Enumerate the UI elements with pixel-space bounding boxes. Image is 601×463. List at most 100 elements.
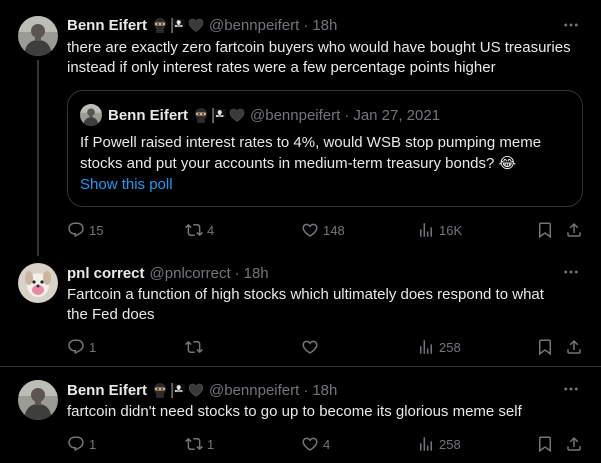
tweet-text: fartcoin didn't need stocks to go up to … bbox=[67, 402, 582, 422]
black-heart-icon bbox=[229, 107, 245, 123]
avatar[interactable] bbox=[18, 263, 58, 303]
tweet-header: pnl correct @pnlcorrect · 18h bbox=[67, 263, 269, 283]
views-button[interactable]: 258 bbox=[417, 434, 461, 454]
views-icon bbox=[417, 435, 435, 453]
repost-button[interactable] bbox=[185, 337, 207, 357]
avatar[interactable] bbox=[18, 16, 58, 56]
timestamp[interactable]: 18h bbox=[312, 17, 337, 34]
quote-timestamp: Jan 27, 2021 bbox=[353, 106, 441, 124]
share-button[interactable] bbox=[565, 434, 583, 454]
quoted-tweet[interactable]: Benn Eifert @bennpeifert · Jan 27, 2021 … bbox=[67, 90, 583, 207]
bookmark-icon bbox=[536, 435, 554, 453]
more-icon bbox=[562, 380, 580, 398]
author-handle[interactable]: @pnlcorrect bbox=[150, 265, 231, 282]
tweet-text-line: the Fed does bbox=[67, 306, 155, 323]
bookmark-icon bbox=[536, 338, 554, 356]
tweet-text-line: instead if only interest rates were a fe… bbox=[67, 59, 496, 76]
more-icon bbox=[562, 263, 580, 281]
like-icon bbox=[301, 338, 319, 356]
pirate-flag-icon bbox=[170, 382, 186, 398]
tweet-actions: 1 258 bbox=[67, 337, 587, 357]
views-icon bbox=[417, 338, 435, 356]
tweet-text: Fartcoin a function of high stocks which… bbox=[67, 285, 582, 325]
quote-header: Benn Eifert @bennpeifert · Jan 27, 2021 bbox=[108, 105, 440, 125]
repost-count: 1 bbox=[207, 436, 215, 452]
view-count: 258 bbox=[439, 339, 461, 355]
like-button[interactable]: 148 bbox=[301, 220, 345, 240]
more-button[interactable] bbox=[561, 15, 581, 35]
black-heart-icon bbox=[188, 382, 204, 398]
share-button[interactable] bbox=[565, 337, 583, 357]
reply-icon bbox=[67, 338, 85, 356]
tweet-divider bbox=[0, 366, 601, 367]
view-count: 258 bbox=[439, 436, 461, 452]
like-button[interactable]: 4 bbox=[301, 434, 330, 454]
tweet-header: Benn Eifert @bennpeifert · 18h bbox=[67, 15, 337, 35]
author-name[interactable]: Benn Eifert bbox=[67, 17, 147, 34]
name-emojis bbox=[152, 382, 204, 398]
share-icon bbox=[565, 221, 583, 239]
views-button[interactable]: 258 bbox=[417, 337, 461, 357]
repost-count: 4 bbox=[207, 222, 215, 238]
view-count: 16K bbox=[439, 222, 463, 238]
repost-icon bbox=[185, 338, 203, 356]
reply-button[interactable]: 1 bbox=[67, 337, 96, 357]
views-icon bbox=[417, 221, 435, 239]
quote-text-line: If Powell raised interest rates to 4%, w… bbox=[80, 134, 542, 151]
reply-count: 1 bbox=[89, 436, 97, 452]
quote-text: If Powell raised interest rates to 4%, w… bbox=[80, 132, 570, 174]
quote-text-line: stocks and put your accounts in medium-t… bbox=[80, 155, 517, 172]
reply-button[interactable]: 1 bbox=[67, 434, 96, 454]
repost-button[interactable]: 4 bbox=[185, 220, 214, 240]
repost-button[interactable]: 1 bbox=[185, 434, 214, 454]
separator-dot: · bbox=[234, 264, 240, 282]
views-button[interactable]: 16K bbox=[417, 220, 462, 240]
like-icon bbox=[301, 221, 319, 239]
like-button[interactable] bbox=[301, 337, 323, 357]
separator-dot: · bbox=[344, 106, 350, 124]
repost-icon bbox=[185, 435, 203, 453]
reply-button[interactable]: 15 bbox=[67, 220, 103, 240]
name-emojis bbox=[152, 17, 204, 33]
author-handle[interactable]: @bennpeifert bbox=[209, 382, 299, 399]
share-button[interactable] bbox=[565, 220, 583, 240]
share-icon bbox=[565, 338, 583, 356]
author-name[interactable]: pnl correct bbox=[67, 265, 145, 282]
tweet-header: Benn Eifert @bennpeifert · 18h bbox=[67, 380, 337, 400]
author-handle[interactable]: @bennpeifert bbox=[209, 17, 299, 34]
bookmark-button[interactable] bbox=[536, 434, 554, 454]
like-icon bbox=[301, 435, 319, 453]
tweet-actions: 15 4 148 16K bbox=[67, 220, 587, 240]
repost-icon bbox=[185, 221, 203, 239]
reply-icon bbox=[67, 435, 85, 453]
bookmark-button[interactable] bbox=[536, 220, 554, 240]
reply-icon bbox=[67, 221, 85, 239]
avatar[interactable] bbox=[18, 380, 58, 420]
tweet-text: there are exactly zero fartcoin buyers w… bbox=[67, 38, 582, 78]
name-emojis bbox=[193, 107, 245, 123]
show-poll-link[interactable]: Show this poll bbox=[80, 176, 173, 193]
separator-dot: · bbox=[303, 381, 309, 399]
reply-count: 1 bbox=[89, 339, 97, 355]
reply-count: 15 bbox=[89, 222, 104, 238]
ninja-emoji-icon bbox=[152, 382, 168, 398]
share-icon bbox=[565, 435, 583, 453]
more-button[interactable] bbox=[561, 379, 581, 399]
timestamp[interactable]: 18h bbox=[244, 265, 269, 282]
pirate-flag-icon bbox=[170, 17, 186, 33]
pirate-flag-icon bbox=[211, 107, 227, 123]
like-count: 4 bbox=[323, 436, 331, 452]
bookmark-button[interactable] bbox=[536, 337, 554, 357]
tweet-actions: 1 1 4 258 bbox=[67, 434, 587, 454]
more-button[interactable] bbox=[561, 262, 581, 282]
black-heart-icon bbox=[188, 17, 204, 33]
tweet-text-line: fartcoin didn't need stocks to go up to … bbox=[67, 403, 522, 420]
more-icon bbox=[562, 16, 580, 34]
ninja-emoji-icon bbox=[193, 107, 209, 123]
timestamp[interactable]: 18h bbox=[312, 382, 337, 399]
quote-author-name: Benn Eifert bbox=[108, 106, 189, 124]
tweet-text-line: Fartcoin a function of high stocks which… bbox=[67, 286, 544, 303]
separator-dot: · bbox=[303, 16, 309, 34]
author-name[interactable]: Benn Eifert bbox=[67, 382, 147, 399]
tweet-text-line: there are exactly zero fartcoin buyers w… bbox=[67, 39, 571, 56]
